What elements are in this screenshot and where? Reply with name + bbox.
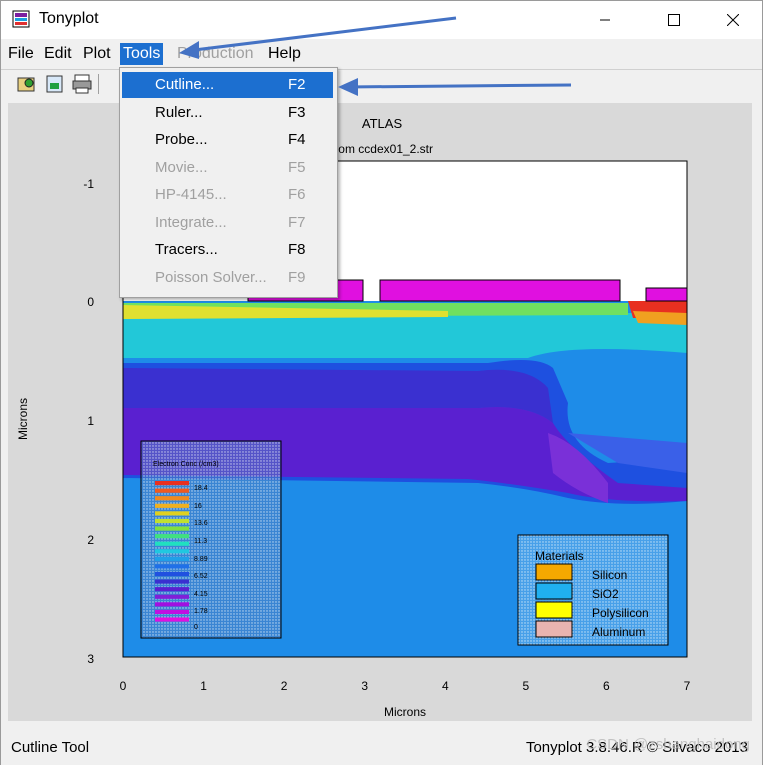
- plot-subtitle: from ccdex01_2.str: [331, 142, 433, 156]
- colorbar-swatch: [155, 541, 189, 546]
- colorbar-swatch: [155, 587, 189, 592]
- colorbar-swatch: [155, 503, 189, 508]
- colorbar-swatch: [155, 526, 189, 531]
- material-swatch-silicon: [535, 563, 573, 581]
- contour-legend-box: [140, 440, 282, 639]
- colorbar-swatch: [155, 602, 189, 607]
- material-label: Polysilicon: [592, 606, 649, 620]
- colorbar-swatch: [155, 609, 189, 615]
- colorbar-swatch: [155, 564, 189, 569]
- x-tick-label: 1: [200, 679, 207, 693]
- colorbar-swatch: [155, 617, 189, 622]
- material-label: Silicon: [592, 568, 627, 582]
- material-label: SiO2: [592, 587, 619, 601]
- contour-legend-title: Electron Conc (/cm3): [153, 461, 219, 468]
- colorbar-swatch: [155, 549, 189, 554]
- colorbar-swatch: [155, 496, 189, 501]
- contour-legend: Electron Conc (/cm3) 18.4 16 13.6 11.3 8…: [140, 440, 282, 639]
- contour-band-orange: [633, 311, 687, 325]
- x-axis-label: Microns: [384, 705, 426, 719]
- y-tick-label: 3: [87, 652, 94, 666]
- menu-item-hp4145[interactable]: HP-4145... F6: [122, 182, 333, 208]
- materials-legend-title: Materials: [535, 549, 584, 563]
- menu-item-probe[interactable]: Probe... F4: [122, 127, 333, 153]
- annotation-arrows: [179, 16, 572, 96]
- material-swatch-polysilicon: [535, 601, 573, 619]
- menu-item-tracers[interactable]: Tracers... F8: [122, 237, 333, 263]
- menu-item-integrate[interactable]: Integrate... F7: [122, 210, 333, 236]
- contour-value: 11.3: [194, 538, 207, 545]
- x-tick-label: 5: [523, 679, 530, 693]
- colorbar-swatch: [155, 556, 189, 561]
- x-tick-label: 7: [684, 679, 691, 693]
- contour-value: 13.6: [194, 520, 208, 527]
- colorbar-swatch: [155, 534, 189, 539]
- y-axis: -1 0 1 2 3 Microns: [16, 177, 94, 666]
- arrow-to-tools-menu: [185, 16, 457, 53]
- y-tick-label: -1: [83, 177, 94, 191]
- colorbar-swatch: [155, 488, 189, 493]
- gate-electrode-3: [645, 287, 688, 302]
- colorbar-swatch: [155, 518, 189, 524]
- material-label: Aluminum: [592, 625, 645, 639]
- x-tick-label: 3: [361, 679, 368, 693]
- contour-value: 1.78: [194, 608, 208, 615]
- contour-value: 6.52: [194, 573, 208, 580]
- x-tick-label: 4: [442, 679, 449, 693]
- contour-value: 8.89: [194, 556, 208, 563]
- materials-legend: Materials Silicon SiO2 Polysilicon Alumi…: [517, 534, 669, 646]
- contour-value: 4.15: [194, 591, 208, 598]
- colorbar-swatch: [155, 579, 189, 584]
- material-swatch-sio2: [535, 582, 573, 600]
- colorbar-swatch: [155, 594, 189, 599]
- arrowhead: [179, 41, 199, 59]
- menu-item-poisson-solver[interactable]: Poisson Solver... F9: [122, 265, 333, 291]
- status-text: Cutline Tool: [11, 739, 90, 756]
- x-tick-label: 0: [120, 679, 127, 693]
- gate-electrode-2: [379, 279, 621, 302]
- arrow-to-cutline: [345, 83, 572, 89]
- contour-value: 16: [194, 503, 202, 510]
- arrowhead: [338, 78, 358, 96]
- x-axis: 0 1 2 3 4 5 6 7 Microns: [120, 656, 691, 719]
- material-swatch-aluminum: [535, 620, 573, 638]
- tonyplot-window: Tonyplot File Edit Plot Tools Production…: [0, 0, 763, 765]
- x-tick-label: 6: [603, 679, 610, 693]
- y-axis-label: Microns: [16, 398, 30, 440]
- y-tick-label: 1: [87, 414, 94, 428]
- colorbar-swatch: [155, 571, 189, 577]
- watermark: CSDN @zshanghaidong: [586, 736, 750, 753]
- menu-item-movie[interactable]: Movie... F5: [122, 155, 333, 181]
- x-tick-label: 2: [281, 679, 288, 693]
- colorbar-swatch: [155, 481, 189, 486]
- contour-value: 18.4: [194, 485, 208, 492]
- colorbar-swatch: [155, 511, 189, 516]
- y-tick-label: 0: [87, 295, 94, 309]
- contour-value: 0: [194, 624, 198, 631]
- y-tick-label: 2: [87, 533, 94, 547]
